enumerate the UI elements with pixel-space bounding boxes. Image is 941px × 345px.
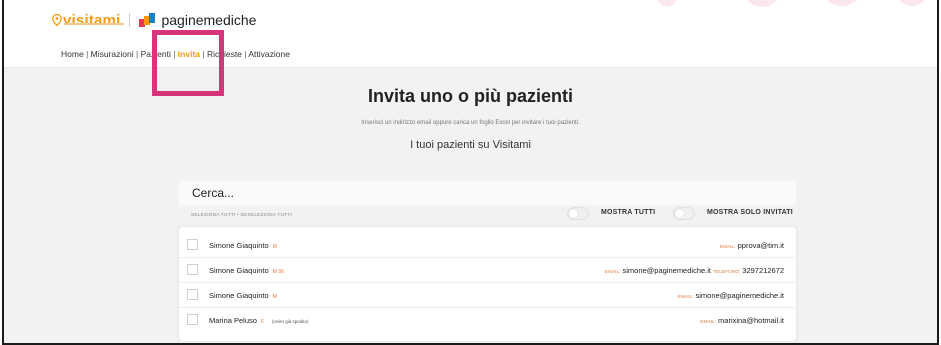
selection-links: SELEZIONA TUTTI • DESELEZIONA TUTTI xyxy=(191,213,292,218)
email-label: EMAIL: xyxy=(677,295,694,300)
section-title: I tuoi pazienti su Visitami xyxy=(410,139,531,151)
logo-divider xyxy=(129,13,131,27)
patient-phone: 3297212672 xyxy=(742,266,784,275)
main-nav: Home | Misurazioni | Pazienti | Invita |… xyxy=(61,49,290,59)
visitami-wordmark: visitami xyxy=(63,11,121,29)
show-all-toggle[interactable] xyxy=(567,207,589,220)
patient-gender: M xyxy=(272,244,277,250)
email-label: EMAIL: xyxy=(719,245,736,250)
show-invited-label: MOSTRA SOLO INVITATI xyxy=(707,209,793,216)
nav-richieste[interactable]: Richieste xyxy=(207,49,242,59)
decorative-background xyxy=(657,0,925,7)
patient-contact: EMAIL: simone@paginemediche.it xyxy=(678,291,784,300)
patient-gender: F xyxy=(260,319,265,325)
nav-misurazioni[interactable]: Misurazioni xyxy=(91,49,134,59)
patient-name: Marina Peluso F (invito già spedito) xyxy=(209,316,309,325)
deselect-all-link[interactable]: DESELEZIONA TUTTI xyxy=(240,213,292,218)
list-item[interactable]: Simone Giaquinto M 36 EMAIL: simone@pagine… xyxy=(179,257,796,282)
list-item[interactable]: Simone Giaquinto M EMAIL: simone@paginemed… xyxy=(179,282,796,307)
phone-label: TELEFONO: xyxy=(713,270,741,275)
nav-pazienti[interactable]: Pazienti xyxy=(141,49,171,59)
patient-email: marixina@hotmail.it xyxy=(718,316,784,325)
show-all-label: MOSTRA TUTTI xyxy=(601,209,656,216)
patient-list: Simone Giaquinto M EMAIL: pprova@tim.it Si… xyxy=(179,227,796,341)
row-checkbox[interactable] xyxy=(187,264,198,275)
app-window: visitami paginemediche Home | Misurazion… xyxy=(2,0,939,345)
brand-tagline-line xyxy=(64,23,124,25)
email-label: EMAIL: xyxy=(700,320,717,325)
invite-sent-note: (invito già spedito) xyxy=(272,319,309,324)
row-checkbox[interactable] xyxy=(187,289,198,300)
page-subtitle: Inserisci un indirizzo email oppure cari… xyxy=(361,120,580,126)
patient-contact: EMAIL: pprova@tim.it xyxy=(720,241,784,250)
nav-attivazione[interactable]: Attivazione xyxy=(248,49,290,59)
patient-email: pprova@tim.it xyxy=(737,241,784,250)
patient-gender: M xyxy=(272,294,277,300)
patient-email: simone@paginemediche.it xyxy=(622,266,712,275)
location-pin-icon xyxy=(52,14,62,26)
nav-invita[interactable]: Invita xyxy=(178,49,200,59)
page-title: Invita uno o più pazienti xyxy=(368,86,573,106)
paginemediche-wordmark: paginemediche xyxy=(161,12,257,28)
patient-contact: EMAIL: simone@paginemediche.it TELEFONO: 3… xyxy=(605,266,784,275)
row-checkbox[interactable] xyxy=(187,239,198,250)
patient-contact: EMAIL: marixina@hotmail.it xyxy=(700,316,784,325)
paginemediche-logo-icon xyxy=(139,13,156,27)
brand-logos[interactable]: visitami paginemediche xyxy=(52,10,256,30)
patient-email: simone@paginemediche.it xyxy=(695,291,785,300)
list-item[interactable]: Marina Peluso F (invito già spedito) EMAIL… xyxy=(179,307,796,332)
select-all-link[interactable]: SELEZIONA TUTTI xyxy=(191,213,237,218)
row-checkbox[interactable] xyxy=(187,314,198,325)
list-item[interactable]: Simone Giaquinto M EMAIL: pprova@tim.it xyxy=(179,232,796,257)
email-label: EMAIL: xyxy=(604,270,621,275)
patient-name: Simone Giaquinto M 36 xyxy=(209,266,284,275)
patient-name: Simone Giaquinto M xyxy=(209,291,277,300)
search-input[interactable] xyxy=(179,181,796,205)
patient-gender: M 36 xyxy=(272,269,284,275)
nav-home[interactable]: Home xyxy=(61,49,84,59)
patient-name: Simone Giaquinto M xyxy=(209,241,277,250)
show-invited-toggle[interactable] xyxy=(673,207,695,220)
top-bar: visitami paginemediche Home | Misurazion… xyxy=(4,0,937,68)
